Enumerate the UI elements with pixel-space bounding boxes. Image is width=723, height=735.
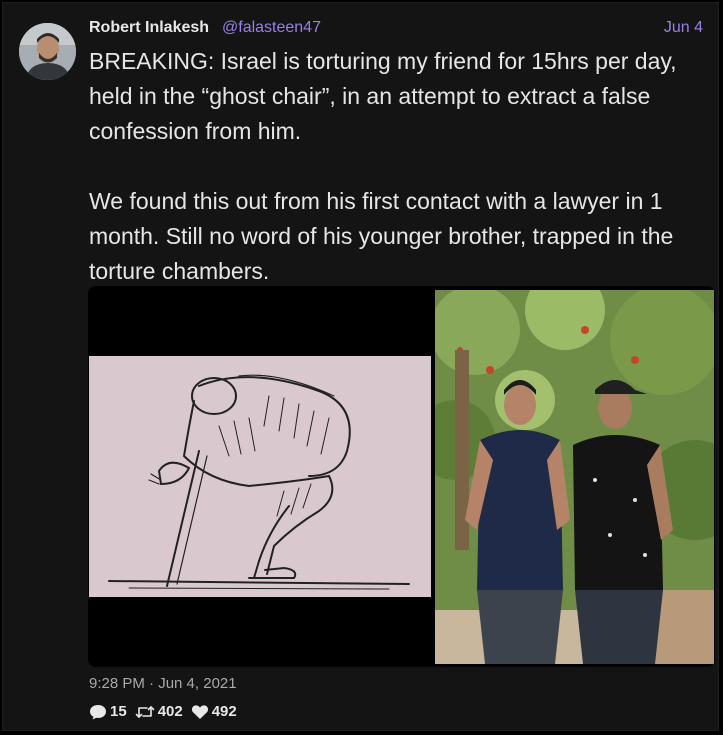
reply-count[interactable]: 15 [89, 703, 127, 720]
tweet-text: BREAKING: Israel is torturing my friend … [89, 48, 677, 284]
like-count[interactable]: 492 [191, 703, 237, 720]
author-name[interactable]: Robert Inlakesh [89, 19, 209, 37]
two-men-photo [415, 286, 715, 664]
stress-position-sketch [89, 356, 431, 597]
speech-bubble-icon [90, 704, 106, 719]
heart-icon [191, 704, 208, 719]
avatar[interactable] [19, 23, 76, 80]
tweet-media[interactable] [88, 286, 715, 667]
media-right-photo[interactable] [415, 286, 715, 664]
retweet-icon [135, 705, 154, 718]
like-count-value: 492 [211, 703, 237, 720]
engagement-stats: 15 402 492 [89, 703, 245, 720]
author-handle[interactable]: @falasteen47 [222, 19, 321, 37]
reply-count-value: 15 [110, 703, 127, 720]
media-left-image[interactable] [88, 286, 431, 667]
tweet-date[interactable]: Jun 4 [664, 19, 703, 37]
tweet-timestamp[interactable]: 9:28 PM · Jun 4, 2021 [89, 675, 237, 692]
retweet-count[interactable]: 402 [135, 703, 183, 720]
retweet-count-value: 402 [157, 703, 183, 720]
tweet-card[interactable]: Robert Inlakesh @falasteen47 Jun 4 BREAK… [2, 2, 719, 731]
